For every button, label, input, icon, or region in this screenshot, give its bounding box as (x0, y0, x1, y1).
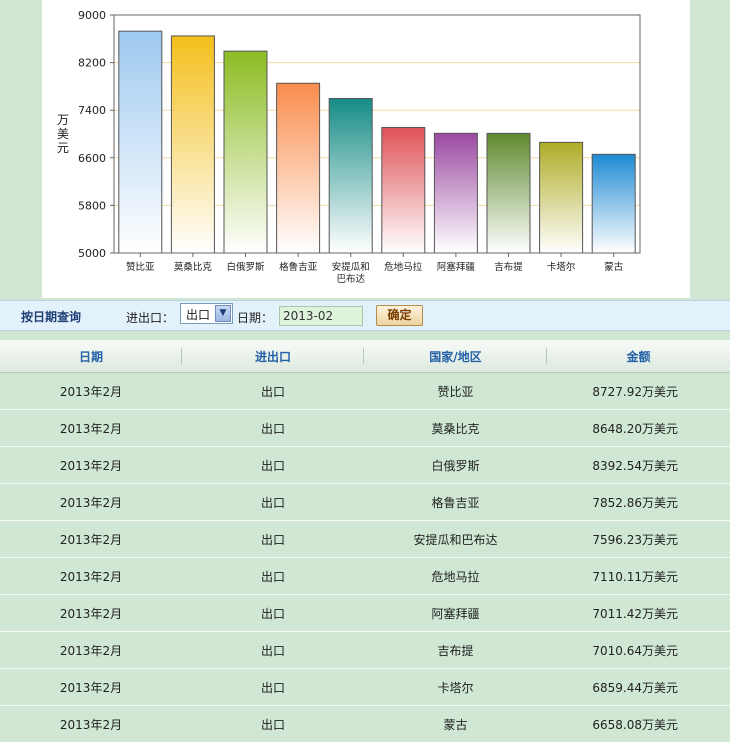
table-row: 2013年2月出口白俄罗斯8392.54万美元 (0, 447, 730, 484)
cell-direction: 出口 (182, 484, 364, 521)
cell-amount: 8392.54万美元 (547, 447, 730, 484)
table-row: 2013年2月出口阿塞拜疆7011.42万美元 (0, 595, 730, 632)
cell-direction: 出口 (182, 558, 364, 595)
table-row: 2013年2月出口安提瓜和巴布达7596.23万美元 (0, 521, 730, 558)
cell-amount: 6859.44万美元 (547, 669, 730, 706)
bar[interactable] (434, 133, 477, 253)
table-row: 2013年2月出口莫桑比克8648.20万美元 (0, 410, 730, 447)
cell-country: 莫桑比克 (364, 410, 547, 447)
cell-amount: 7011.42万美元 (547, 595, 730, 632)
cell-date: 2013年2月 (0, 484, 182, 521)
cell-amount: 8648.20万美元 (547, 410, 730, 447)
table-header-row: 日期 进出口 国家/地区 金额 (0, 340, 730, 373)
bar-chart: 5000 5800 6600 7400 8200 9000 万美元赞比亚 莫桑比克 白俄罗斯 格鲁… (42, 0, 690, 298)
cell-direction: 出口 (182, 447, 364, 484)
table-row: 2013年2月出口危地马拉7110.11万美元 (0, 558, 730, 595)
x-tick-label: 蒙古 (604, 261, 624, 273)
cell-direction: 出口 (182, 521, 364, 558)
cell-date: 2013年2月 (0, 669, 182, 706)
cell-amount: 7596.23万美元 (547, 521, 730, 558)
x-tick-label: 莫桑比克 (174, 261, 213, 273)
col-header-amount[interactable]: 金额 (547, 340, 730, 373)
x-tick-label: 白俄罗斯 (226, 261, 265, 273)
bar[interactable] (382, 127, 425, 253)
y-tick-label: 6600 (78, 152, 106, 165)
bar[interactable] (277, 83, 320, 253)
cell-country: 危地马拉 (364, 558, 547, 595)
query-title: 按日期查询 (21, 308, 81, 325)
confirm-button[interactable]: 确定 (376, 305, 423, 326)
x-tick-label: 危地马拉 (384, 261, 423, 273)
cell-country: 吉布提 (364, 632, 547, 669)
bar[interactable] (224, 51, 267, 253)
cell-direction: 出口 (182, 410, 364, 447)
bar[interactable] (119, 31, 162, 253)
date-input[interactable]: 2013-02 (279, 306, 363, 326)
cell-direction: 出口 (182, 706, 364, 742)
table-row: 2013年2月出口卡塔尔6859.44万美元 (0, 669, 730, 706)
y-tick-label: 9000 (78, 9, 106, 22)
col-header-country[interactable]: 国家/地区 (364, 340, 547, 373)
cell-direction: 出口 (182, 669, 364, 706)
x-tick-label: 阿塞拜疆 (437, 261, 476, 273)
table-row: 2013年2月出口吉布提7010.64万美元 (0, 632, 730, 669)
cell-country: 阿塞拜疆 (364, 595, 547, 632)
cell-direction: 出口 (182, 632, 364, 669)
cell-country: 白俄罗斯 (364, 447, 547, 484)
bar[interactable] (540, 142, 583, 253)
direction-label: 进出口： (126, 309, 174, 326)
y-tick-label: 7400 (78, 104, 106, 117)
cell-country: 格鲁吉亚 (364, 484, 547, 521)
x-tick-label: 吉布提 (494, 261, 523, 273)
bar[interactable] (329, 99, 372, 253)
x-tick-label: 赞比亚 (126, 261, 155, 273)
cell-country: 蒙古 (364, 706, 547, 742)
col-header-date[interactable]: 日期 (0, 340, 182, 373)
date-label: 日期： (237, 309, 273, 326)
direction-select-value: 出口 (186, 306, 210, 323)
cell-amount: 6658.08万美元 (547, 706, 730, 742)
cell-date: 2013年2月 (0, 595, 182, 632)
chevron-down-icon[interactable]: ▼ (215, 305, 231, 322)
x-tick-label: 卡塔尔 (547, 261, 576, 273)
y-axis-label-char: 万 (57, 113, 69, 127)
cell-date: 2013年2月 (0, 447, 182, 484)
bar[interactable] (487, 133, 530, 253)
y-tick-label: 8200 (78, 57, 106, 70)
y-tick-label: 5000 (78, 247, 106, 260)
cell-date: 2013年2月 (0, 706, 182, 742)
cell-country: 赞比亚 (364, 373, 547, 410)
query-bar: 按日期查询 进出口： 出口 ▼ 日期： 2013-02 确定 (0, 300, 730, 331)
y-axis-label-char: 元 (57, 141, 69, 155)
bar[interactable] (171, 36, 214, 253)
x-tick-label: 安提瓜和巴布达 (332, 261, 370, 285)
cell-amount: 8727.92万美元 (547, 373, 730, 410)
cell-country: 安提瓜和巴布达 (364, 521, 547, 558)
chart-panel: 5000 5800 6600 7400 8200 9000 万美元赞比亚 莫桑比克 白俄罗斯 格鲁… (42, 0, 690, 298)
cell-date: 2013年2月 (0, 410, 182, 447)
table-row: 2013年2月出口格鲁吉亚7852.86万美元 (0, 484, 730, 521)
col-header-direction[interactable]: 进出口 (182, 340, 364, 373)
cell-date: 2013年2月 (0, 373, 182, 410)
cell-date: 2013年2月 (0, 558, 182, 595)
data-table: 日期 进出口 国家/地区 金额 2013年2月出口赞比亚8727.92万美元20… (0, 340, 730, 742)
cell-country: 卡塔尔 (364, 669, 547, 706)
cell-date: 2013年2月 (0, 521, 182, 558)
cell-amount: 7010.64万美元 (547, 632, 730, 669)
cell-amount: 7852.86万美元 (547, 484, 730, 521)
cell-amount: 7110.11万美元 (547, 558, 730, 595)
cell-direction: 出口 (182, 595, 364, 632)
cell-date: 2013年2月 (0, 632, 182, 669)
direction-select[interactable]: 出口 ▼ (180, 303, 233, 324)
cell-direction: 出口 (182, 373, 364, 410)
table-row: 2013年2月出口赞比亚8727.92万美元 (0, 373, 730, 410)
table-row: 2013年2月出口蒙古6658.08万美元 (0, 706, 730, 742)
bar[interactable] (592, 154, 635, 253)
y-axis-label-char: 美 (57, 127, 69, 141)
y-tick-label: 5800 (78, 199, 106, 212)
x-tick-label: 格鲁吉亚 (279, 261, 318, 273)
